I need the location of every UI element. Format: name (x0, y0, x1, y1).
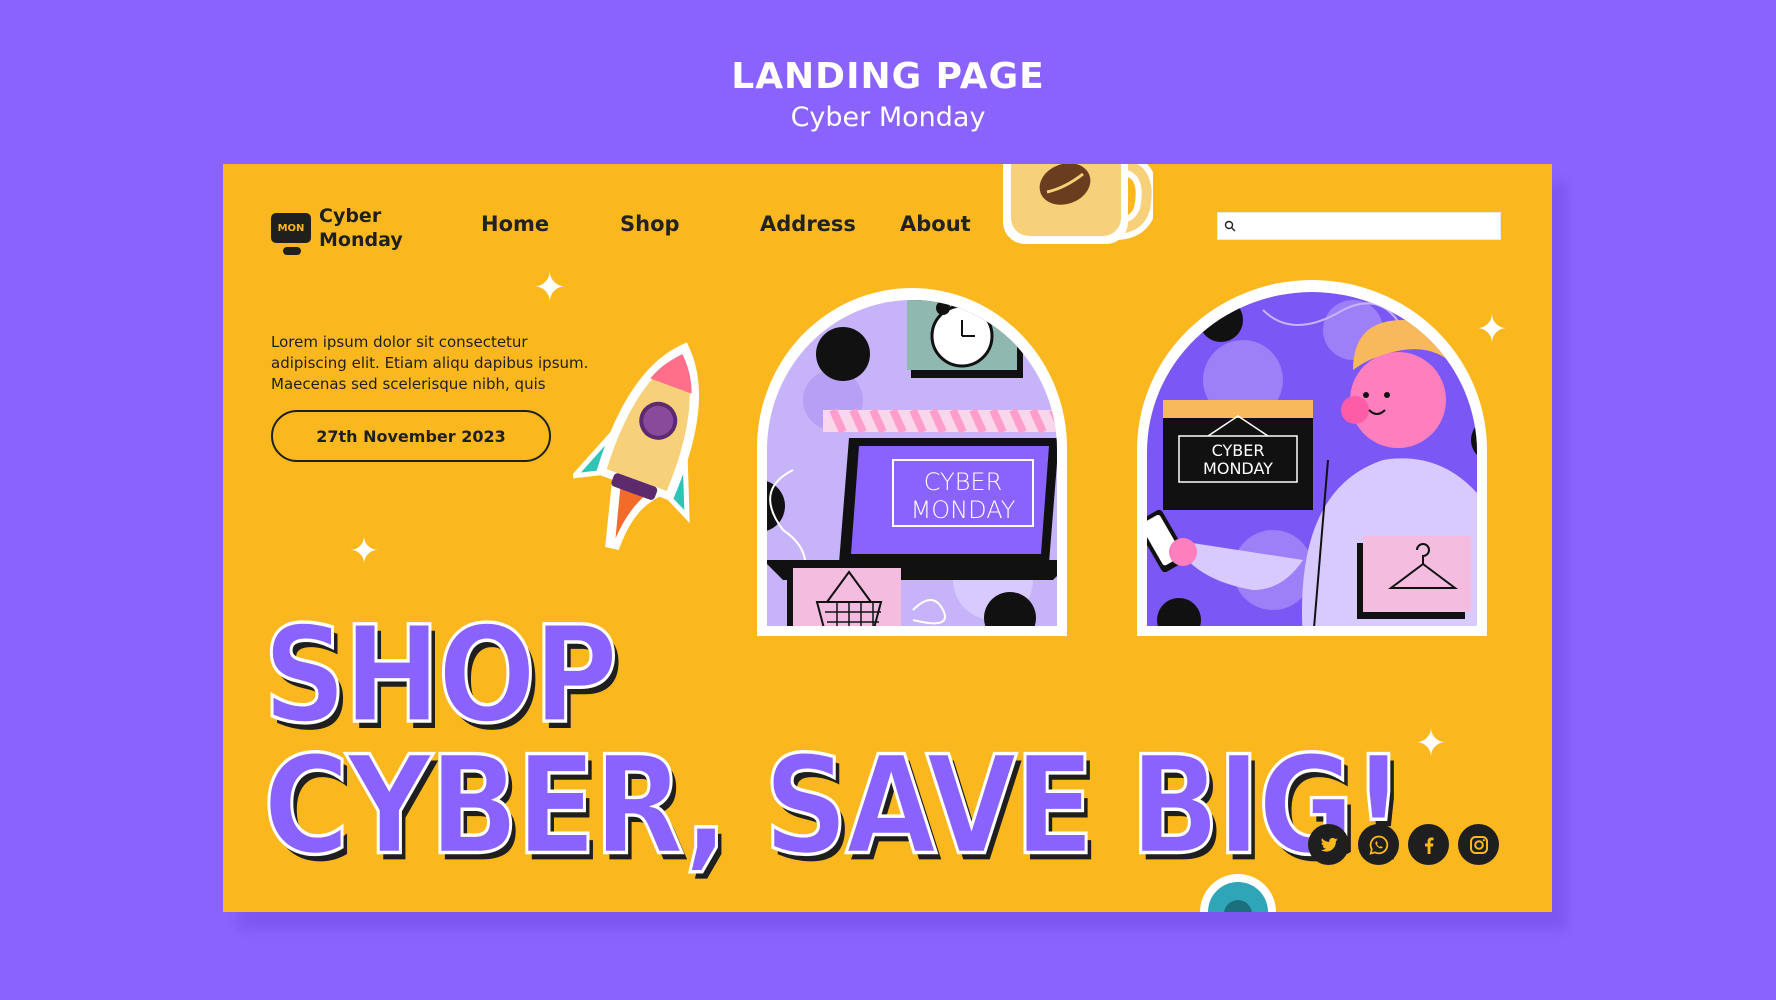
laptop-sign-line-2: MONDAY (911, 496, 1016, 524)
whatsapp-button[interactable] (1358, 824, 1399, 865)
sparkle-icon: ✦ (1415, 721, 1447, 765)
laptop-sign-line-1: CYBER (924, 468, 1003, 496)
nav-item-address[interactable]: Address (760, 212, 856, 236)
headline-line-2: CYBER, SAVE BIG! (261, 724, 1406, 886)
page-title: LANDING PAGE (731, 56, 1045, 97)
shopper-phone-illustration: CYBER MONDAY (1137, 280, 1487, 636)
nav-item-about[interactable]: About (900, 212, 971, 236)
nav-item-shop[interactable]: Shop (620, 212, 680, 236)
twitter-button[interactable] (1308, 824, 1349, 865)
twitter-icon (1320, 837, 1338, 852)
search-field[interactable] (1217, 212, 1501, 240)
date-button[interactable]: 27th November 2023 (271, 410, 551, 462)
logo-text: Cyber Monday (319, 204, 419, 252)
whatsapp-icon (1368, 835, 1388, 855)
search-input[interactable] (1242, 218, 1500, 234)
page-subtitle: Cyber Monday (790, 102, 986, 133)
monitor-icon: MON (271, 213, 311, 255)
sparkle-icon: ✦ (533, 265, 567, 311)
facebook-button[interactable] (1408, 824, 1449, 865)
shop-sign-line-1: CYBER (1212, 441, 1265, 460)
instagram-icon (1469, 835, 1488, 854)
rocket-icon (573, 342, 700, 551)
logo-line-2: Monday (319, 229, 403, 251)
facebook-icon (1424, 837, 1433, 854)
nav-item-home[interactable]: Home (481, 212, 549, 236)
search-icon (1224, 220, 1236, 232)
gadget-decoration-icon (1200, 874, 1276, 912)
instagram-button[interactable] (1458, 824, 1499, 865)
landing-page-card: MON Cyber Monday Home Shop Address About… (223, 164, 1552, 912)
social-links (1308, 824, 1499, 865)
shop-laptop-illustration: CYBER MONDAY (757, 288, 1067, 636)
shop-sign-line-2: MONDAY (1203, 459, 1273, 478)
intro-text: Lorem ipsum dolor sit consectetur adipis… (271, 333, 589, 393)
logo[interactable]: MON Cyber Monday (271, 204, 419, 255)
coffee-mug-icon (1003, 164, 1153, 244)
sparkle-icon: ✦ (349, 531, 380, 572)
logo-line-1: Cyber (319, 205, 382, 227)
